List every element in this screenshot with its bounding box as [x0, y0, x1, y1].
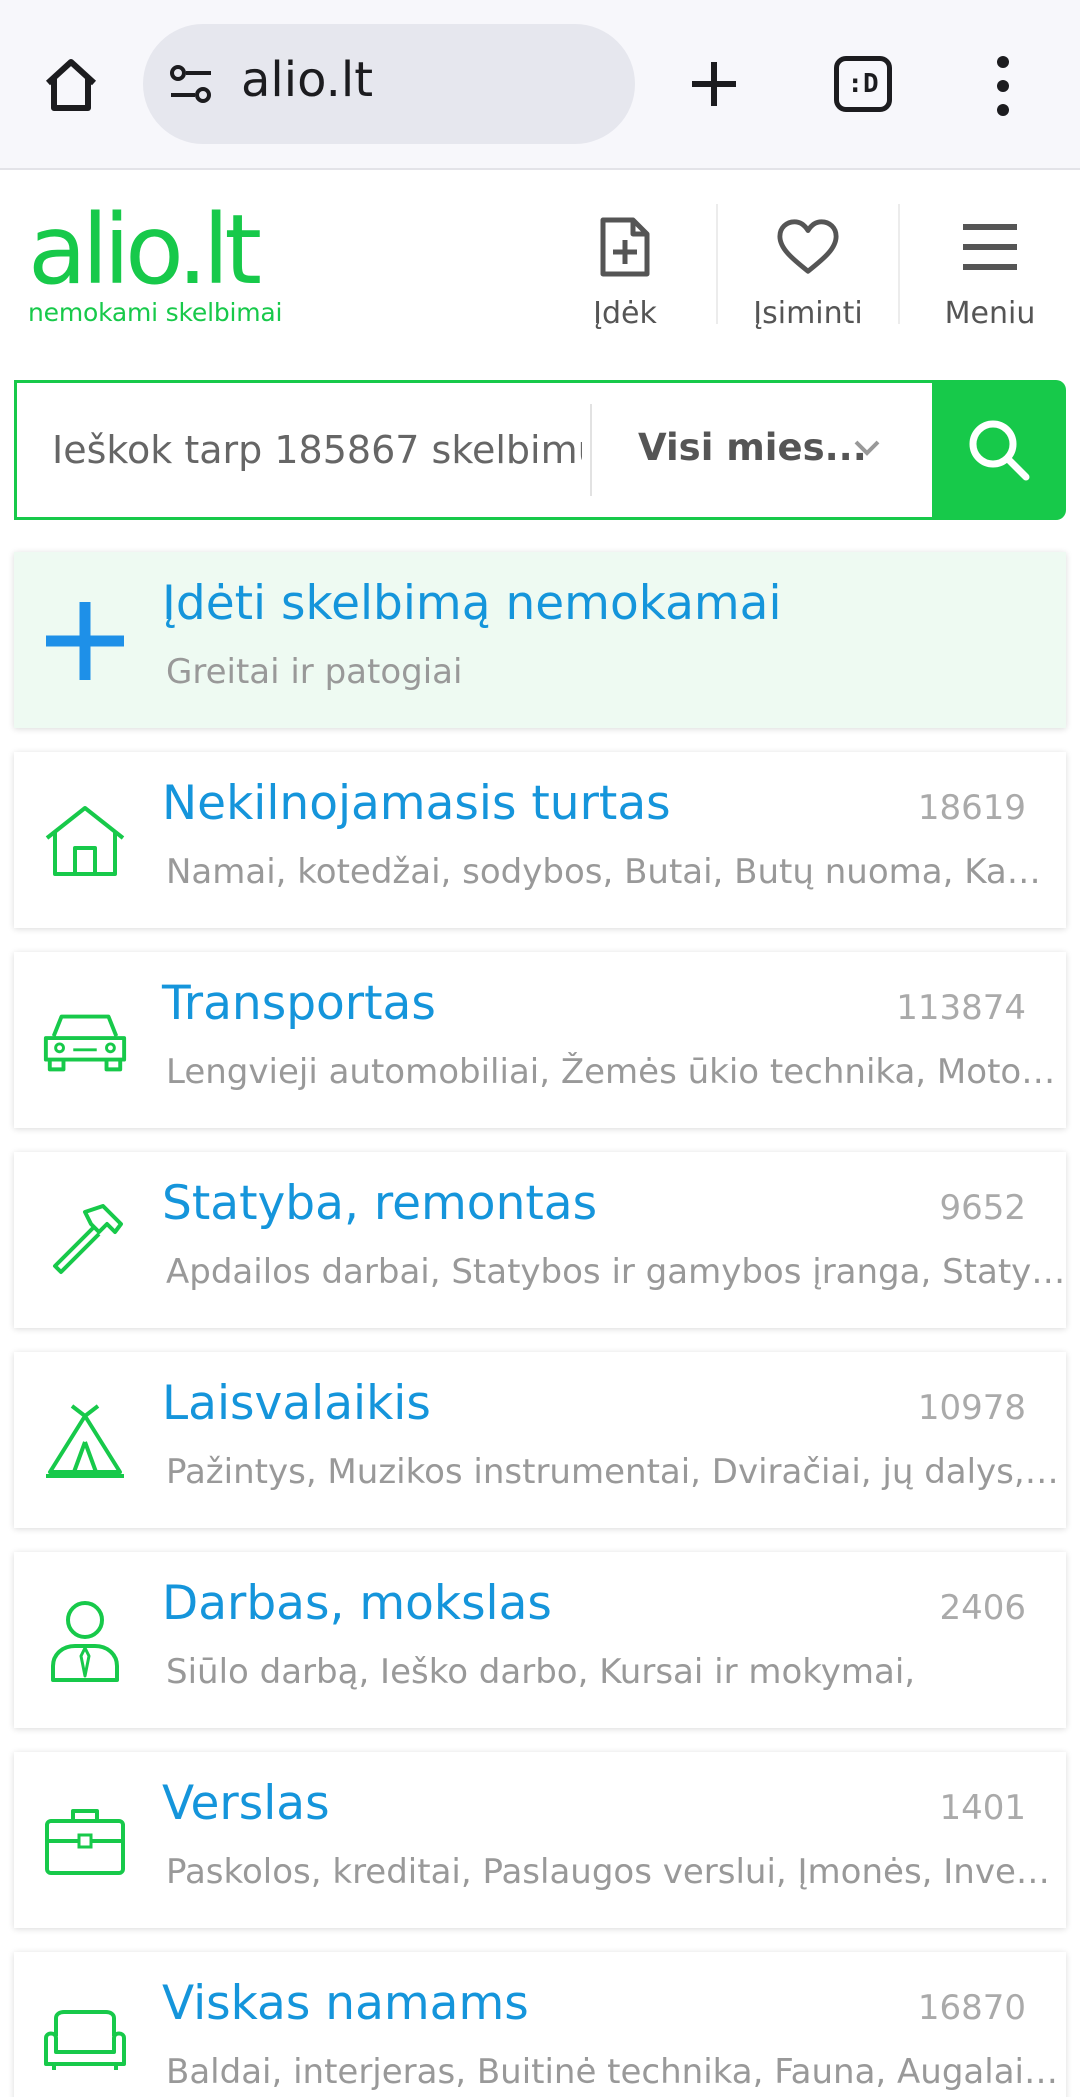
tagline: nemokami skelbimai — [28, 298, 283, 327]
category-transport[interactable]: Transportas 113874 Lengvieji automobilia… — [14, 952, 1066, 1128]
sofa-icon — [40, 1998, 130, 2084]
search-bar: Ieškok tarp 185867 skelbimų Visi mies... — [14, 380, 1066, 520]
nav-label: Meniu — [944, 296, 1036, 331]
chevron-down-icon[interactable] — [850, 434, 884, 462]
add-document-icon — [593, 212, 657, 282]
category-title: Laisvalaikis — [162, 1376, 431, 1431]
search-button[interactable] — [932, 380, 1066, 520]
category-subtitle: Baldai, interjeras, Buitinė technika, Fa… — [166, 2052, 1066, 2092]
search-icon — [969, 420, 1030, 481]
house-icon — [40, 798, 130, 884]
category-title: Darbas, mokslas — [162, 1576, 552, 1631]
add-listing-card[interactable]: Įdėti skelbimą nemokamai Greitai ir pato… — [14, 552, 1066, 728]
category-home[interactable]: Viskas namams 16870 Baldai, interjeras, … — [14, 1952, 1066, 2097]
site-header: alio.lt nemokami skelbimai Įdėk Įsiminti… — [0, 172, 1080, 372]
add-listing-title: Įdėti skelbimą nemokamai — [162, 576, 782, 631]
new-tab-icon[interactable] — [680, 50, 748, 118]
category-subtitle: Paskolos, kreditai, Paslaugos verslui, Į… — [166, 1852, 1066, 1892]
search-separator — [590, 404, 592, 496]
category-count: 2406 — [939, 1588, 1026, 1628]
more-options-icon[interactable] — [990, 56, 1016, 116]
category-subtitle: Apdailos darbai, Statybos ir gamybos įra… — [166, 1252, 1066, 1292]
address-bar[interactable]: alio.lt — [143, 24, 635, 144]
category-leisure[interactable]: Laisvalaikis 10978 Pažintys, Muzikos ins… — [14, 1352, 1066, 1528]
heart-icon — [776, 212, 840, 282]
tent-icon — [40, 1398, 130, 1484]
car-icon — [40, 998, 130, 1084]
category-work-study[interactable]: Darbas, mokslas 2406 Siūlo darbą, Ieško … — [14, 1552, 1066, 1728]
person-icon — [40, 1598, 130, 1684]
category-count: 18619 — [917, 788, 1026, 828]
category-count: 113874 — [896, 988, 1026, 1028]
home-icon[interactable] — [36, 50, 106, 120]
add-listing-subtitle: Greitai ir patogiai — [166, 652, 463, 692]
category-subtitle: Siūlo darbą, Ieško darbo, Kursai ir moky… — [166, 1652, 916, 1692]
category-title: Nekilnojamasis turtas — [162, 776, 671, 831]
city-select[interactable]: Visi mies... — [638, 426, 867, 469]
url-text: alio.lt — [241, 52, 374, 108]
category-title: Viskas namams — [162, 1976, 529, 2031]
category-count: 9652 — [939, 1188, 1026, 1228]
logo-text: alio.lt — [28, 194, 262, 306]
category-count: 16870 — [917, 1988, 1026, 2028]
category-title: Statyba, remontas — [162, 1176, 598, 1231]
search-input[interactable]: Ieškok tarp 185867 skelbimų — [52, 428, 582, 472]
category-count: 10978 — [917, 1388, 1026, 1428]
category-count: 1401 — [939, 1788, 1026, 1828]
nav-remember[interactable]: Įsiminti — [718, 202, 898, 352]
category-subtitle: Lengvieji automobiliai, Žemės ūkio techn… — [166, 1052, 1066, 1092]
plus-icon — [40, 598, 130, 684]
briefcase-icon — [40, 1798, 130, 1884]
category-construction[interactable]: Statyba, remontas 9652 Apdailos darbai, … — [14, 1152, 1066, 1328]
category-business[interactable]: Verslas 1401 Paskolos, kreditai, Paslaug… — [14, 1752, 1066, 1928]
category-subtitle: Namai, kotedžai, sodybos, Butai, Butų nu… — [166, 852, 1066, 892]
nav-menu[interactable]: Meniu — [900, 202, 1080, 352]
site-settings-icon[interactable] — [167, 62, 215, 106]
hammer-icon — [40, 1198, 130, 1284]
category-title: Verslas — [162, 1776, 330, 1831]
category-real-estate[interactable]: Nekilnojamasis turtas 18619 Namai, koted… — [14, 752, 1066, 928]
category-subtitle: Pažintys, Muzikos instrumentai, Dviračia… — [166, 1452, 1066, 1492]
hamburger-icon — [958, 212, 1022, 282]
nav-label: Įsiminti — [753, 296, 863, 331]
nav-add-listing[interactable]: Įdėk — [535, 202, 715, 352]
category-title: Transportas — [162, 976, 436, 1031]
logo[interactable]: alio.lt nemokami skelbimai — [28, 202, 282, 327]
nav-label: Įdėk — [593, 296, 657, 331]
browser-toolbar: alio.lt :D — [0, 0, 1080, 170]
tab-switcher-button[interactable]: :D — [834, 56, 892, 112]
